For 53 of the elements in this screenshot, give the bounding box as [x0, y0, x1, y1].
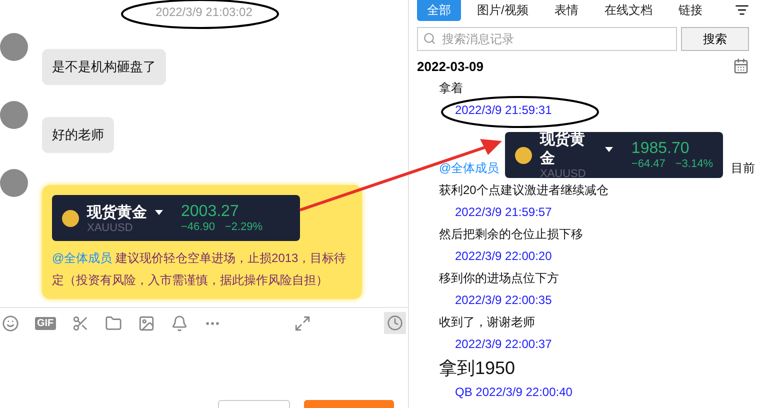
message-text: 获利20个点建议激进者继续减仓: [439, 182, 610, 198]
caret-icon[interactable]: [155, 210, 163, 214]
quote-change: −64.47: [631, 158, 666, 170]
avatar[interactable]: [0, 101, 28, 129]
message-text: 收到了，谢谢老师: [439, 314, 536, 330]
folder-icon[interactable]: [104, 314, 122, 332]
filter-tab[interactable]: 表情: [544, 0, 588, 20]
coin-icon: [62, 210, 79, 226]
history-button[interactable]: [384, 312, 406, 334]
coin-icon: [515, 146, 532, 164]
clock-icon: [386, 315, 403, 331]
message-text: 拿着: [439, 80, 464, 96]
message-bubble: 好的老师: [42, 117, 114, 153]
message-text: 然后把剩余的仓位止损下移: [439, 226, 584, 242]
avatar[interactable]: [0, 33, 28, 61]
message-timestamp: 2022/3/9 21:59:57: [454, 204, 553, 220]
quote-percent: −3.14%: [675, 158, 713, 170]
filter-tab[interactable]: 图片/视频: [467, 0, 538, 20]
message-text: 目前: [731, 160, 755, 176]
message-timestamp: 2022/3/9 21:59:31: [454, 102, 553, 118]
search-button[interactable]: 搜索: [681, 27, 749, 51]
message-timestamp: QB 2022/3/9 22:00:40: [454, 384, 574, 400]
search-field[interactable]: 搜索消息记录: [417, 27, 677, 51]
message-timestamp: 2022/3/9 22:00:35: [454, 292, 553, 308]
quote-symbol: XAUUSD: [540, 168, 587, 180]
quote-percent: −2.29%: [224, 221, 263, 233]
message-text: 拿到1950: [439, 358, 516, 378]
expand-icon[interactable]: [294, 314, 311, 332]
gif-button[interactable]: GIF: [35, 316, 56, 330]
quote-name: 现货黄金: [87, 202, 147, 222]
quote-price: 2003.27: [181, 203, 240, 221]
bell-icon[interactable]: [170, 314, 188, 332]
date-heading: 2022-03-09: [417, 58, 484, 74]
message-timestamp: 2022/3/9 21:03:02: [156, 5, 252, 19]
message-text: @全体成员 建议现价轻仓空单进场，止损2013，目标待定（投资有风险，入市需谨慎，据此操作风险自担）: [52, 250, 348, 289]
filter-tab[interactable]: 在线文档: [594, 0, 662, 20]
scissors-icon[interactable]: [72, 314, 89, 332]
quote-price: 1985.70: [631, 140, 690, 158]
quote-change: −46.90: [181, 221, 215, 233]
quote-name: 现货黄金: [540, 130, 586, 168]
message-text: 移到你的进场点位下方: [439, 270, 560, 286]
emoji-icon[interactable]: [2, 314, 19, 332]
avatar[interactable]: [0, 169, 28, 197]
quote-symbol: XAUUSD: [87, 222, 134, 234]
caret-icon[interactable]: [605, 146, 614, 152]
message-bubble: 是不是机构砸盘了: [42, 49, 166, 85]
filter-tab[interactable]: 链接: [668, 0, 712, 20]
filter-icon[interactable]: [735, 3, 749, 17]
calendar-icon[interactable]: [733, 58, 749, 74]
image-icon[interactable]: [138, 314, 155, 332]
message-timestamp: 2022/3/9 22:00:20: [454, 248, 553, 264]
message-timestamp: 2022/3/9 22:00:37: [454, 336, 553, 352]
search-icon: [423, 32, 436, 45]
